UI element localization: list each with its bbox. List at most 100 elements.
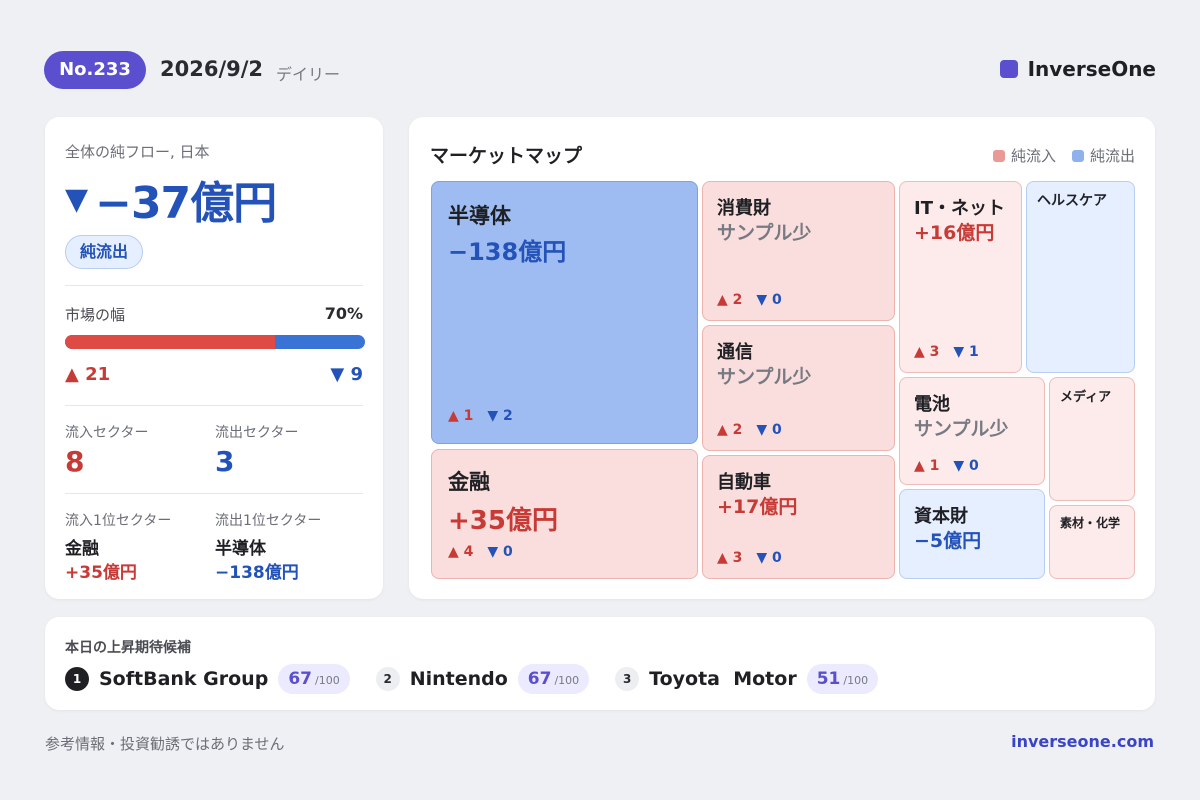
tile-name: 電池 — [914, 394, 950, 415]
score-badge: 51 /100 — [806, 664, 879, 694]
score-badge: 67 /100 — [278, 664, 350, 694]
tile-value: +16億円 — [914, 222, 995, 244]
market-map-card: マーケットマップ 純流入 純流出 半導体 −138億円 ▲ 1 ▼ 2 金融 +… — [409, 117, 1155, 599]
site-link[interactable]: inverseone.com — [1011, 732, 1154, 751]
tile-up-count: ▲ 3 — [914, 344, 940, 360]
tile-down-count: ▼ 0 — [756, 422, 782, 438]
net-flow-summary-card: 全体の純フロー, 日本 ▼ −37億円 純流出 市場の幅 70% ▲ 21 ▼ … — [45, 117, 383, 599]
tile-value: サンプル少 — [717, 222, 812, 244]
tile-name: メディア — [1060, 390, 1112, 405]
tile-name: 資本財 — [914, 506, 968, 527]
rank-badge: 3 — [615, 667, 640, 691]
tile-down-count: ▼ 0 — [487, 544, 513, 560]
net-flow-value: ▼ −37億円 — [65, 167, 277, 231]
tile-value: +17億円 — [717, 496, 798, 518]
tile-up-count: ▲ 2 — [717, 292, 743, 308]
brand: InverseOne — [999, 57, 1156, 81]
score-max: /100 — [843, 674, 869, 687]
top-inflow-sector: 金融 — [65, 539, 99, 559]
tile-up-count: ▲ 1 — [448, 408, 474, 424]
tile-healthcare[interactable]: ヘルスケア — [1026, 181, 1135, 373]
tile-up-count: ▲ 1 — [914, 458, 940, 474]
tile-value: −5億円 — [914, 530, 982, 552]
market-map-title: マーケットマップ — [430, 145, 583, 167]
score-value: 67 — [527, 669, 552, 689]
tile-consumer-goods[interactable]: 消費財 サンプル少 ▲ 2 ▼ 0 — [702, 181, 895, 321]
tile-down-count: ▼ 2 — [487, 408, 513, 424]
tile-counts: ▲ 2 ▼ 0 — [717, 292, 782, 308]
top-inflow-value: +35億円 — [65, 563, 137, 583]
tile-name: 自動車 — [717, 472, 771, 493]
outflow-sectors-label: 流出セクター — [215, 425, 299, 441]
candidates-title: 本日の上昇期待候補 — [65, 640, 191, 656]
tile-telecom[interactable]: 通信 サンプル少 ▲ 2 ▼ 0 — [702, 325, 895, 451]
report-date: 2026/9/2 — [160, 57, 264, 81]
tile-down-count: ▼ 0 — [756, 292, 782, 308]
tile-counts: ▲ 3 ▼ 0 — [717, 550, 782, 566]
issue-badge: No.233 — [44, 51, 146, 89]
breadth-bar-fill — [65, 335, 275, 349]
tile-name: 半導体 — [448, 204, 511, 228]
tile-it-internet[interactable]: IT・ネット +16億円 ▲ 3 ▼ 1 — [899, 181, 1022, 373]
net-flow-label: 全体の純フロー, 日本 — [65, 143, 210, 161]
tile-up-count: ▲ 2 — [717, 422, 743, 438]
breadth-bar — [65, 335, 365, 349]
rising-candidates-card: 本日の上昇期待候補 1 SoftBank Group 67 /100 2 Nin… — [45, 617, 1155, 710]
tile-semiconductors[interactable]: 半導体 −138億円 ▲ 1 ▼ 2 — [431, 181, 698, 444]
tile-value: サンプル少 — [914, 418, 1009, 440]
tile-name: 通信 — [717, 342, 753, 363]
top-outflow-label: 流出1位セクター — [215, 513, 322, 529]
score-max: /100 — [554, 674, 580, 687]
candidates-list: 1 SoftBank Group 67 /100 2 Nintendo 67 /… — [65, 664, 904, 694]
net-flow-amount: −37億円 — [95, 178, 277, 229]
tile-counts: ▲ 2 ▼ 0 — [717, 422, 782, 438]
top-inflow-label: 流入1位セクター — [65, 513, 172, 529]
top-outflow-value: −138億円 — [215, 563, 299, 583]
divider — [65, 405, 363, 406]
disclaimer: 参考情報・投資勧誘ではありません — [45, 735, 285, 753]
legend-outflow: 純流出 — [1089, 147, 1135, 165]
inflow-sectors-count: 8 — [65, 445, 85, 478]
tile-value: −138億円 — [448, 238, 567, 266]
score-badge: 67 /100 — [517, 664, 590, 694]
tile-down-count: ▼ 0 — [953, 458, 979, 474]
tile-down-count: ▼ 0 — [756, 550, 782, 566]
breadth-label: 市場の幅 — [65, 306, 126, 324]
tile-name: IT・ネット — [914, 198, 1005, 219]
score-value: 51 — [816, 669, 841, 689]
brand-logo-icon — [999, 60, 1018, 78]
tile-counts: ▲ 4 ▼ 0 — [448, 544, 513, 560]
candidate-name: Toyota Motor — [649, 668, 797, 690]
divider — [65, 493, 363, 494]
tile-counts: ▲ 1 ▼ 2 — [448, 408, 513, 424]
tile-name: 素材・化学 — [1060, 516, 1121, 530]
tile-materials-chemicals[interactable]: 素材・化学 — [1049, 505, 1135, 579]
tile-counts: ▲ 1 ▼ 0 — [914, 458, 979, 474]
candidate-name: Nintendo — [409, 668, 508, 690]
down-triangle-icon: ▼ — [65, 181, 88, 217]
advancers-count: ▲ 21 — [65, 364, 111, 385]
status-badge: 純流出 — [65, 235, 144, 269]
candidate-item[interactable]: 2 Nintendo 67 /100 — [375, 664, 590, 694]
outflow-sectors-count: 3 — [215, 445, 235, 478]
inflow-swatch-icon — [992, 149, 1005, 162]
tile-automotive[interactable]: 自動車 +17億円 ▲ 3 ▼ 0 — [702, 455, 895, 579]
outflow-swatch-icon — [1071, 149, 1084, 162]
brand-name: InverseOne — [1027, 57, 1156, 81]
candidate-item[interactable]: 3 Toyota Motor 51 /100 — [615, 664, 879, 694]
tile-batteries[interactable]: 電池 サンプル少 ▲ 1 ▼ 0 — [899, 377, 1045, 485]
candidate-item[interactable]: 1 SoftBank Group 67 /100 — [65, 664, 350, 694]
report-frequency: デイリー — [276, 65, 341, 84]
candidate-name: SoftBank Group — [99, 668, 269, 690]
tile-finance[interactable]: 金融 +35億円 ▲ 4 ▼ 0 — [431, 449, 698, 579]
tile-capital-goods[interactable]: 資本財 −5億円 — [899, 489, 1045, 579]
score-value: 67 — [288, 669, 312, 689]
tile-up-count: ▲ 3 — [717, 550, 743, 566]
header: No.233 2026/9/2 デイリー InverseOne — [44, 51, 1156, 89]
rank-badge: 1 — [65, 667, 89, 691]
tile-value: +35億円 — [448, 506, 558, 536]
legend-inflow: 純流入 — [1010, 147, 1056, 165]
tile-media[interactable]: メディア — [1049, 377, 1135, 501]
rank-badge: 2 — [375, 667, 400, 691]
tile-down-count: ▼ 1 — [953, 344, 979, 360]
